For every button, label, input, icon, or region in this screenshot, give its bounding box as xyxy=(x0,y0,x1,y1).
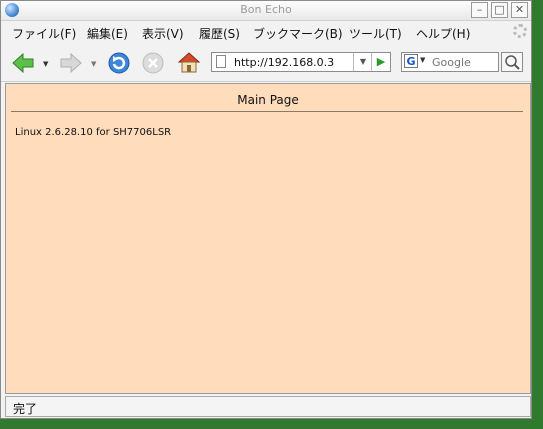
menu-file[interactable]: ファイル(F) xyxy=(12,25,76,42)
search-input[interactable] xyxy=(432,54,496,70)
activity-throbber-icon xyxy=(513,24,527,38)
title-bar: Bon Echo – □ ✕ xyxy=(1,1,531,21)
browser-window: Bon Echo – □ ✕ ファイル(F) 編集(E) 表示(V) 履歴(S)… xyxy=(0,0,532,419)
menu-view[interactable]: 表示(V) xyxy=(142,25,184,42)
menu-help[interactable]: ヘルプ(H) xyxy=(416,25,470,42)
url-text[interactable]: http://192.168.0.3 xyxy=(234,56,356,69)
back-history-dropdown[interactable]: ▼ xyxy=(43,60,48,68)
url-history-dropdown[interactable]: ▼ xyxy=(353,53,372,71)
google-logo-icon[interactable]: G xyxy=(404,54,418,68)
search-engine-dropdown[interactable]: ▼ xyxy=(420,56,425,64)
menu-tools[interactable]: ツール(T) xyxy=(349,25,402,42)
back-arrow-icon xyxy=(12,52,34,74)
search-bar[interactable]: G ▼ xyxy=(401,52,499,72)
maximize-button[interactable]: □ xyxy=(491,2,508,18)
search-button[interactable] xyxy=(501,52,523,72)
stop-button[interactable] xyxy=(142,52,164,78)
url-bar[interactable]: http://192.168.0.3 ▼ ▶ xyxy=(211,52,391,72)
forward-history-dropdown[interactable]: ▼ xyxy=(91,60,96,68)
page-icon xyxy=(216,55,226,68)
menu-bar: ファイル(F) 編集(E) 表示(V) 履歴(S) ブックマーク(B) ツール(… xyxy=(1,21,531,43)
minimize-button[interactable]: – xyxy=(471,2,488,18)
close-button[interactable]: ✕ xyxy=(511,2,528,18)
menu-history[interactable]: 履歴(S) xyxy=(199,25,240,42)
go-arrow-icon: ▶ xyxy=(376,55,386,68)
status-text: 完了 xyxy=(13,402,38,416)
magnifier-icon xyxy=(505,55,520,70)
window-title: Bon Echo xyxy=(240,3,292,16)
home-button[interactable] xyxy=(177,51,201,77)
horizontal-rule xyxy=(11,111,523,112)
reload-icon xyxy=(108,52,130,74)
back-button[interactable] xyxy=(11,52,35,77)
status-bar: 完了 xyxy=(5,396,531,417)
reload-button[interactable] xyxy=(107,51,131,79)
forward-arrow-icon xyxy=(60,52,82,74)
system-info-text: Linux 2.6.28.10 for SH7706LSR xyxy=(15,127,172,138)
menu-edit[interactable]: 編集(E) xyxy=(87,25,128,42)
stop-icon xyxy=(142,52,164,74)
page-heading: Main Page xyxy=(237,93,299,107)
go-button[interactable]: ▶ xyxy=(371,53,390,71)
menu-bookmarks[interactable]: ブックマーク(B) xyxy=(253,25,343,42)
page-content: Main Page Linux 2.6.28.10 for SH7706LSR xyxy=(5,83,531,394)
forward-button[interactable] xyxy=(59,52,83,77)
home-icon xyxy=(177,52,201,73)
